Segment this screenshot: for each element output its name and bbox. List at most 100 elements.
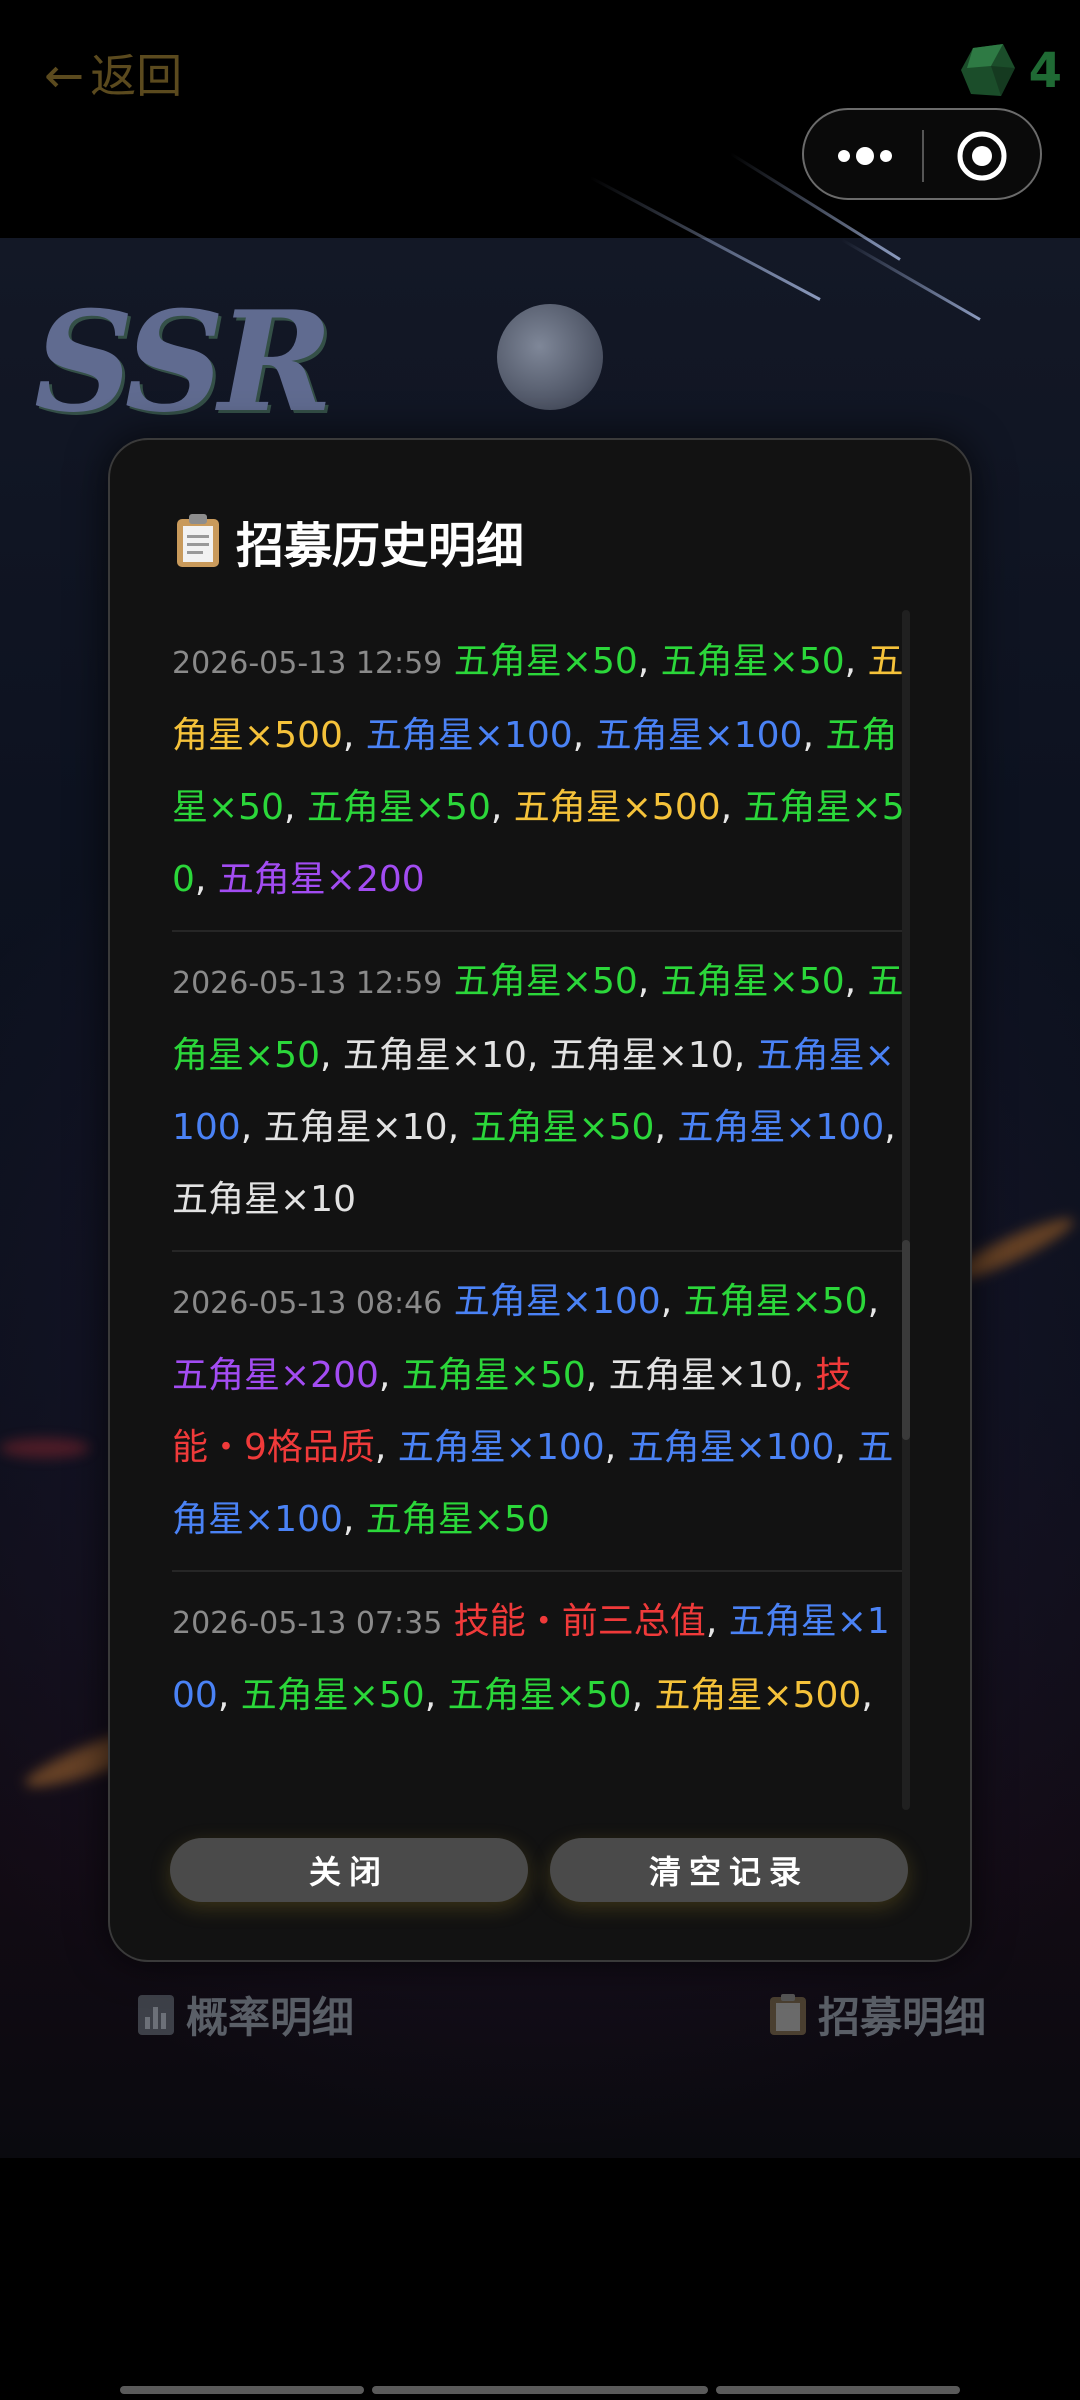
record-timestamp: 2026-05-13 07:35 [172,1606,443,1641]
item-separator: , [342,715,366,756]
back-button[interactable]: ← 返回 [44,44,182,108]
item-separator: , [194,859,218,900]
back-arrow-icon: ← [44,48,85,104]
item-separator: , [861,1675,873,1716]
reward-item: 五角星×50 [470,1107,655,1148]
item-separator: , [217,1675,241,1716]
close-button[interactable]: 关闭 [170,1838,528,1902]
item-separator: , [490,787,514,828]
history-record: 2026-05-13 12:59 五角星×50, 五角星×50, 五角星×50,… [172,932,908,1252]
item-separator: , [424,1675,448,1716]
probability-detail-link[interactable]: 概率明细 [136,1984,354,2045]
reward-item: 五角星×100 [397,1427,605,1468]
gem-icon [960,44,1015,96]
reward-item: 五角星×100 [595,715,803,756]
history-list[interactable]: 2026-05-13 12:59 五角星×50, 五角星×50, 五角星×500… [172,612,908,1748]
more-icon[interactable] [834,140,896,172]
reward-item: 五角星×10 [342,1035,527,1076]
reward-item: 五角星×50 [453,961,638,1002]
item-separator: , [356,1747,379,1748]
reward-item: 五角星×50 [306,787,491,828]
reward-item: 五角星×50 [660,641,845,682]
reward-item: 五角星×50 [660,961,845,1002]
item-separator: , [733,1035,757,1076]
item-separator: , [240,1107,264,1148]
clear-records-button[interactable]: 清空记录 [550,1838,908,1902]
item-separator: , [844,641,868,682]
item-separator: , [802,715,826,756]
reward-item: 五角星×200 [217,859,425,900]
light-glow [0,1438,90,1458]
reward-item: 五角星×50 [172,1747,356,1748]
moon-decoration [497,304,603,410]
reward-item: 五角星×10 [549,1035,734,1076]
reward-item: 五角星×100 [365,715,573,756]
history-record: 2026-05-13 08:46 五角星×100, 五角星×50, 五角星×20… [172,1252,908,1572]
item-separator: , [572,715,596,756]
item-separator: , [884,1107,896,1148]
reward-item: 五角星×50 [401,1355,586,1396]
item-separator: , [637,641,661,682]
item-separator: , [631,1675,655,1716]
item-separator: , [604,1427,628,1468]
reward-item: 五角星×10 [608,1355,793,1396]
item-separator: , [637,961,661,1002]
home-indicator [120,2386,364,2394]
reward-item: 五角星×10 [379,1747,563,1748]
item-separator: , [283,787,307,828]
reward-item: 五角星×10 [586,1747,770,1748]
reward-item: 五角星×50 [447,1675,632,1716]
reward-item: 五角星×500 [654,1675,862,1716]
reward-item: 五角星×50 [365,1499,550,1540]
scrollbar-track[interactable] [902,610,910,1810]
reward-item: 五角星×50 [453,641,638,682]
back-label: 返回 [90,49,183,103]
item-separator: , [844,961,868,1002]
probability-detail-label: 概率明细 [186,1993,355,2042]
modal-header: 招募历史明细 [174,506,524,576]
reward-item: 五角星×50 [683,1281,868,1322]
clear-records-label: 清空记录 [648,1853,809,1891]
meteor-streak [840,238,981,321]
recruit-detail-link[interactable]: 招募明细 [768,1984,986,2045]
reward-item: 五角星×50 [240,1675,425,1716]
home-indicator [716,2386,960,2394]
reward-item: 五角星×500 [513,787,721,828]
close-miniprogram-icon[interactable] [956,130,1008,182]
item-separator: , [792,1355,816,1396]
reward-item: 五角星×100 [677,1107,885,1148]
history-record: 2026-05-13 12:59 五角星×50, 五角星×50, 五角星×500… [172,612,908,932]
reward-item: 五角星×10 [172,1179,356,1220]
item-separator: , [447,1107,471,1148]
history-record: 2026-05-13 07:35 技能・前三总值, 五角星×100, 五角星×5… [172,1572,908,1748]
home-indicator [372,2386,708,2394]
scrollbar-thumb[interactable] [902,1240,910,1440]
reward-item: 五角星×10 [263,1107,448,1148]
reward-item: 五角星×200 [172,1355,379,1396]
recruit-detail-label: 招募明细 [818,1993,987,2042]
item-separator: , [834,1427,858,1468]
item-separator: , [705,1601,729,1642]
item-separator: , [526,1035,550,1076]
record-timestamp: 2026-05-13 12:59 [172,646,443,681]
record-timestamp: 2026-05-13 12:59 [172,966,443,1001]
recruit-history-modal: 招募历史明细 2026-05-13 12:59 五角星×50, 五角星×50, … [108,438,972,1962]
clipboard-icon [177,514,219,567]
reward-item: 五角星×100 [453,1281,661,1322]
item-separator: , [342,1499,366,1540]
item-separator: , [378,1355,402,1396]
modal-title: 招募历史明细 [236,518,525,574]
capsule-divider [922,130,924,182]
item-separator: , [374,1427,398,1468]
gem-count: 4 [1028,43,1062,99]
screen: ← 返回 4 SSR 概率明细 招募明细 招募历史明细 2026-05-13 1… [0,0,1080,2400]
item-separator: , [720,787,744,828]
gem-counter: 4 [957,40,1062,102]
reward-item: 五角星×100 [627,1427,835,1468]
item-separator: , [319,1035,343,1076]
item-separator: , [654,1107,678,1148]
meteor-streak [589,176,821,301]
reward-item: 技能・前三总值 [453,1601,706,1642]
miniprogram-capsule [802,108,1042,200]
item-separator: , [563,1747,586,1748]
